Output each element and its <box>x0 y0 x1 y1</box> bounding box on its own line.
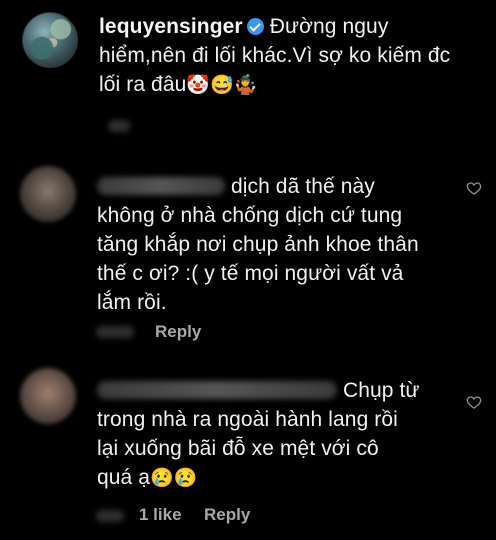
heart-icon[interactable] <box>466 394 482 410</box>
comment-meta-blurred <box>108 120 130 132</box>
comment-text: quá ạ <box>97 466 151 489</box>
emoji-group: 😢😢 <box>150 468 198 489</box>
comment-text-line: Chụp từ <box>97 376 420 405</box>
comment-text-line: thế c ơi? :( y tế mọi người vất vả <box>97 262 404 285</box>
comment-text: lối ra đâu <box>99 73 187 96</box>
username[interactable]: lequyensinger <box>99 15 243 38</box>
timestamp-blurred <box>96 326 134 338</box>
comment-text-line: lối ra đâu🤡😅🤹 <box>99 70 258 100</box>
comment-text-line: lequyensinger Đường nguy <box>99 12 388 41</box>
reply-button[interactable]: Reply <box>155 322 201 342</box>
comment-item: dịch dã thế này không ở nhà chống dịch c… <box>0 150 496 350</box>
emoji-group: 🤡😅🤹 <box>186 75 258 96</box>
comment-text-line: quá ạ😢😢 <box>97 463 198 493</box>
avatar[interactable] <box>20 166 76 222</box>
comment-text-line: dịch dã thế này <box>97 172 375 201</box>
comment-text: dịch dã thế này <box>230 175 375 198</box>
comment-text-line: lắm rồi. <box>97 291 167 314</box>
comment-text-line: không ở nhà chống dịch cứ tung <box>97 204 403 227</box>
reply-button[interactable]: Reply <box>204 505 250 525</box>
comment-text-line: lại xuống bãi đỗ xe mệt với cô <box>97 437 379 460</box>
likes-count-button[interactable]: 1 like <box>139 505 182 525</box>
comment-item: Chụp từ trong nhà ra ngoài hành lang rồi… <box>0 360 496 540</box>
comment-text: Đường nguy <box>269 15 389 38</box>
comment-text: Chụp từ <box>342 379 420 402</box>
comment-text-line: hiểm,nên đi lối khác.Vì sợ ko kiếm đc <box>99 44 451 67</box>
comment-text-line: tăng khắp nơi chụp ảnh khoe thân <box>97 233 419 256</box>
timestamp-blurred <box>96 510 124 522</box>
verified-badge-icon <box>246 18 264 35</box>
avatar[interactable] <box>20 368 76 424</box>
username-blurred[interactable] <box>97 177 225 195</box>
username-blurred[interactable] <box>97 381 337 399</box>
comment-owner: lequyensinger Đường nguy hiểm,nên đi lối … <box>0 0 496 150</box>
heart-icon[interactable] <box>466 180 482 196</box>
comment-text-line: trong nhà ra ngoài hành lang rồi <box>97 408 398 431</box>
avatar[interactable] <box>22 12 78 68</box>
